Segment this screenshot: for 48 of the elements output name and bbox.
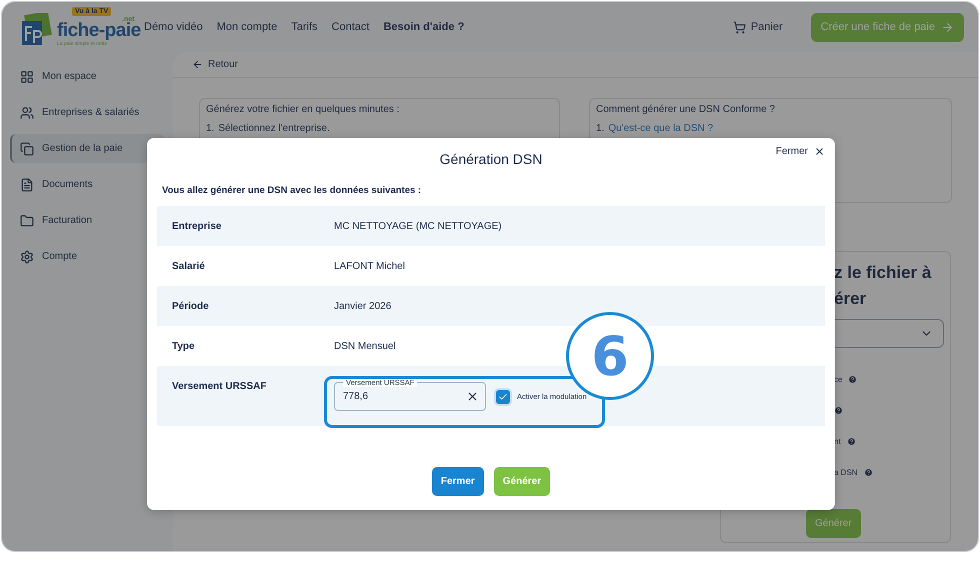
row-label: Période (171, 300, 210, 312)
checkbox[interactable] (496, 390, 510, 404)
sidebar-item[interactable]: Mon espace (10, 62, 165, 91)
row-value: DSN Mensuel (334, 340, 396, 352)
arrow-right-icon (941, 20, 954, 34)
step-number: 1. (206, 123, 214, 134)
back-link[interactable]: Retour (173, 52, 978, 78)
sidebar-item[interactable]: Gestion de la paie (10, 134, 165, 163)
panel-title: érer (834, 288, 868, 310)
row-label: Versement URSSAF (171, 381, 268, 392)
close-button[interactable]: Fermer (776, 146, 825, 157)
sidebar-item[interactable]: Compte (10, 242, 165, 271)
check-icon (498, 392, 508, 402)
row-label: Type (171, 340, 196, 352)
settings-icon (20, 250, 34, 264)
nav-link[interactable]: Mon compte (216, 21, 278, 33)
clear-icon[interactable] (466, 390, 479, 403)
folder-icon (20, 214, 34, 228)
step-text: Sélectionnez l'entreprise. (218, 123, 330, 134)
arrow-left-icon (192, 59, 203, 70)
nav-link[interactable]: Besoin d'aide ? (383, 21, 464, 33)
nav-link[interactable]: Démo vidéo (144, 21, 203, 33)
document-icon (20, 178, 34, 192)
dialog-title: Génération DSN (440, 151, 542, 167)
close-button[interactable]: Fermer (432, 467, 484, 496)
nav-link[interactable]: Contact (332, 21, 370, 33)
row-value: MC NETTOYAGE (MC NETTOYAGE) (334, 220, 502, 232)
card-title: Générez votre fichier en quelques minutes : (206, 104, 400, 115)
grid-icon (20, 70, 34, 84)
dialog-intro: Vous allez générer une DSN avec les données suivantes : (162, 185, 422, 196)
step-link[interactable]: Qu'est-ce que la DSN ? (608, 123, 714, 134)
users-icon (20, 106, 34, 120)
row-value: Janvier 2026 (334, 300, 392, 312)
logo-name: fiche-paie (57, 21, 141, 41)
nav-link[interactable]: Tarifs (291, 21, 318, 33)
logo-icon (20, 13, 54, 47)
panel-title: z le fichier à (834, 262, 932, 284)
row-value: LAFONT Michel (334, 260, 405, 272)
cart-link[interactable]: Panier (732, 20, 783, 34)
step-number: 1. (596, 123, 604, 134)
card-title: Comment générer une DSN Conforme ? (596, 104, 776, 115)
sidebar-item[interactable]: Entreprises & salariés (10, 98, 165, 127)
copy-icon (20, 142, 34, 156)
row-label: Entreprise (171, 220, 222, 232)
cart-icon (732, 20, 746, 34)
sidebar-item[interactable]: Facturation (10, 206, 165, 235)
close-icon (814, 146, 825, 157)
row-label: Salarié (171, 260, 206, 272)
